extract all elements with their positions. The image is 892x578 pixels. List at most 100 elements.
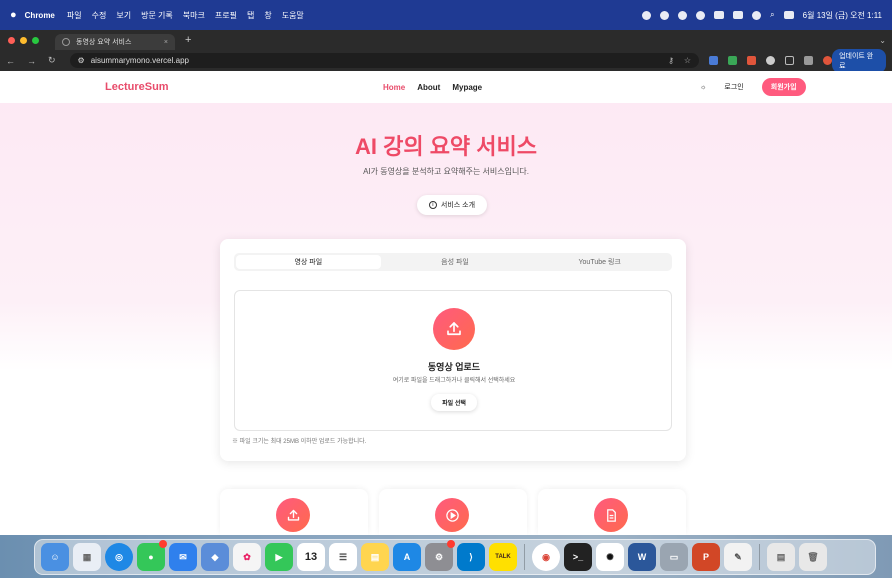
clock[interactable]: 6월 13일 (금) 오전 1:11 xyxy=(803,10,882,21)
status-area: ⌕ 6월 13일 (금) 오전 1:11 xyxy=(642,10,882,21)
dropzone-hint: 여기로 파일을 드래그하거나 클릭해서 선택하세요 xyxy=(392,378,516,384)
bookmark-star-icon[interactable]: ☆ xyxy=(684,56,691,65)
extension-icon[interactable] xyxy=(728,56,738,65)
finder-icon[interactable]: ☺ xyxy=(41,543,69,571)
menu-tab[interactable]: 탭 xyxy=(247,10,254,21)
feature-card-document xyxy=(538,489,686,535)
password-key-icon[interactable]: ⚷ xyxy=(668,56,674,65)
chrome-icon[interactable]: ◉ xyxy=(532,543,560,571)
feature-card-play xyxy=(379,489,527,535)
maps-icon[interactable]: ◆ xyxy=(201,543,229,571)
status-app-icon[interactable] xyxy=(642,10,652,20)
photos-icon[interactable]: ✿ xyxy=(233,543,261,571)
gear-icon[interactable] xyxy=(678,10,688,20)
site-logo[interactable]: LectureSum xyxy=(105,81,169,93)
close-window-icon[interactable] xyxy=(8,36,15,44)
tab-video-file[interactable]: 영상 파일 xyxy=(236,255,381,269)
menu-profiles[interactable]: 프로필 xyxy=(215,10,237,21)
wifi-icon[interactable] xyxy=(752,10,762,20)
tab-youtube-link[interactable]: YouTube 링크 xyxy=(527,253,672,271)
system-settings-icon[interactable]: ⚙ xyxy=(425,540,455,571)
signup-button[interactable]: 회원가입 xyxy=(761,78,806,96)
forward-icon[interactable]: → xyxy=(27,56,36,66)
minimize-window-icon[interactable] xyxy=(20,36,27,44)
extension-icon[interactable] xyxy=(709,56,719,65)
update-button[interactable]: 업데이트 완료 xyxy=(832,48,886,73)
apple-menu-icon[interactable]: ● xyxy=(10,9,17,21)
file-dropzone[interactable]: 동영상 업로드 여기로 파일을 드래그하거나 클릭해서 선택하세요 파일 선택 xyxy=(234,290,672,431)
browser-tabbar: 동영상 요약 서비스 × + ⌄ xyxy=(0,30,892,50)
vscode-icon[interactable]: ⟩ xyxy=(457,543,485,571)
safari-icon[interactable]: ◎ xyxy=(105,543,133,571)
app-store-icon[interactable]: A xyxy=(393,543,421,571)
terminal-icon[interactable]: >_ xyxy=(564,543,592,571)
reload-icon[interactable]: ↻ xyxy=(48,55,56,66)
textedit-icon[interactable]: ✎ xyxy=(724,543,752,571)
cloud-icon[interactable] xyxy=(660,10,670,20)
browser-tab[interactable]: 동영상 요약 서비스 × xyxy=(55,34,175,50)
new-tab-icon[interactable]: + xyxy=(185,34,191,46)
tab-audio-file[interactable]: 음성 파일 xyxy=(383,253,528,271)
extensions xyxy=(709,56,833,65)
menu-file[interactable]: 파일 xyxy=(67,10,82,21)
dock-separator xyxy=(759,544,760,570)
app-menu-chrome[interactable]: Chrome xyxy=(25,11,55,20)
mail-icon[interactable]: ✉ xyxy=(169,543,197,571)
reading-list-icon[interactable] xyxy=(804,56,814,65)
upload-card: 영상 파일 음성 파일 YouTube 링크 동영상 업로드 여기로 파일을 드… xyxy=(220,239,686,461)
select-file-button[interactable]: 파일 선택 xyxy=(431,394,477,411)
extension-icon[interactable] xyxy=(785,56,795,65)
login-link[interactable]: 로그인 xyxy=(724,82,743,92)
site-header: LectureSum Home About Mypage ☼ 로그인 회원가입 xyxy=(0,71,892,103)
nav-home[interactable]: Home xyxy=(383,83,405,92)
web-page: LectureSum Home About Mypage ☼ 로그인 회원가입 … xyxy=(0,71,892,535)
notes-icon[interactable]: ▤ xyxy=(361,543,389,571)
powerpoint-icon[interactable]: P xyxy=(692,543,720,571)
close-tab-icon[interactable]: × xyxy=(164,39,168,46)
battery-icon[interactable] xyxy=(733,11,744,19)
address-bar[interactable]: ⚙ aisummarymono.vercel.app ⚷ ☆ xyxy=(69,53,700,68)
messages-icon[interactable]: ● xyxy=(137,540,167,571)
keyboard-icon[interactable] xyxy=(714,11,725,19)
trash-icon[interactable]: 🗑 xyxy=(799,543,827,571)
tab-search-chevron-icon[interactable]: ⌄ xyxy=(879,36,886,45)
menu-view[interactable]: 보기 xyxy=(116,10,131,21)
url-text: aisummarymono.vercel.app xyxy=(90,56,189,65)
profile-avatar[interactable] xyxy=(823,56,833,65)
site-nav: Home About Mypage xyxy=(383,83,482,92)
dock-separator xyxy=(524,544,525,570)
launchpad-icon[interactable]: ▦ xyxy=(73,543,101,571)
file-size-note: ※ 파일 크기는 최대 25MB 이하만 업로드 가능합니다. xyxy=(232,439,367,445)
menu-bookmarks[interactable]: 북마크 xyxy=(183,10,205,21)
menu-history[interactable]: 방문 기록 xyxy=(141,10,173,21)
extension-icon[interactable] xyxy=(747,56,757,65)
calendar-day: 13 xyxy=(304,551,318,563)
info-icon: i xyxy=(428,201,437,209)
service-intro-label: 서비스 소개 xyxy=(440,202,476,209)
calendar-icon[interactable]: 13 xyxy=(297,543,325,571)
facetime-icon[interactable]: ▶ xyxy=(265,543,293,571)
menu-help[interactable]: 도움말 xyxy=(282,10,304,21)
menu-edit[interactable]: 수정 xyxy=(92,10,107,21)
screen-sharing-icon[interactable]: ▭ xyxy=(660,543,688,571)
kakaotalk-label: TALK xyxy=(495,554,511,560)
downloads-icon[interactable]: ▤ xyxy=(767,543,795,571)
maximize-window-icon[interactable] xyxy=(32,36,39,44)
search-icon[interactable]: ⌕ xyxy=(770,10,774,20)
nav-about[interactable]: About xyxy=(417,83,440,92)
control-center-icon[interactable] xyxy=(783,11,794,19)
extension-icon[interactable] xyxy=(766,56,776,65)
play-icon xyxy=(435,498,469,532)
menu-window[interactable]: 창 xyxy=(264,10,271,21)
reminders-icon[interactable]: ☰ xyxy=(329,543,357,571)
document-icon xyxy=(594,498,628,532)
theme-toggle-icon[interactable]: ☼ xyxy=(700,84,706,91)
word-icon[interactable]: W xyxy=(628,543,656,571)
nav-mypage[interactable]: Mypage xyxy=(452,83,482,92)
service-intro-button[interactable]: i 서비스 소개 xyxy=(417,195,487,215)
chat-icon[interactable] xyxy=(696,10,706,20)
chatgpt-icon[interactable]: ✺ xyxy=(596,543,624,571)
kakaotalk-icon[interactable]: TALK xyxy=(489,543,517,571)
back-icon[interactable]: ← xyxy=(6,56,15,66)
site-settings-icon[interactable]: ⚙ xyxy=(78,56,85,65)
